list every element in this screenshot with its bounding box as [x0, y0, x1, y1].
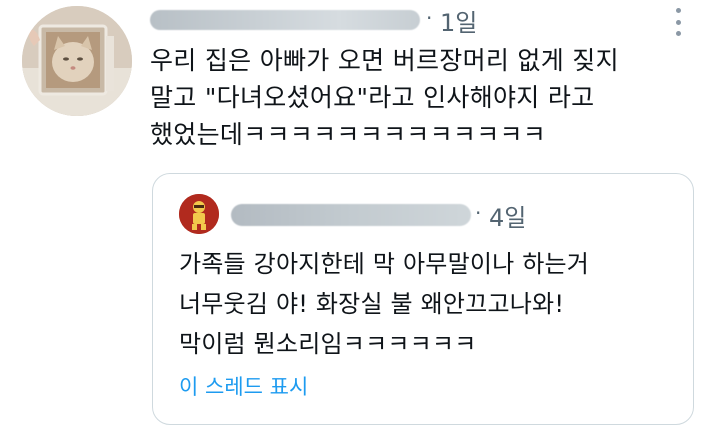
- tweet-text: 우리 집은 아빠가 오면 버르장머리 없게 짖지 말고 "다녀오셨어요"라고 인…: [150, 46, 619, 149]
- tweet: · 1일 우리 집은 아빠가 오면 버르장머리 없게 짖지 말고 "다녀오셨어요…: [0, 0, 720, 443]
- quoted-tweet-timestamp[interactable]: 4일: [489, 198, 526, 233]
- cat-photo-avatar-image: [22, 6, 132, 116]
- author-avatar[interactable]: [22, 6, 132, 116]
- quoted-author-avatar[interactable]: [179, 194, 219, 234]
- more-vertical-icon[interactable]: [668, 8, 688, 36]
- author-name-blurred[interactable]: [150, 10, 420, 30]
- quoted-time-separator: ·: [475, 201, 482, 225]
- figure-avatar-image: [179, 194, 219, 234]
- tweet-timestamp[interactable]: 1일: [440, 3, 477, 38]
- quoted-tweet-text: 가족들 강아지한테 막 아무말이나 하는거 너무웃김 야! 화장실 불 왜안끄고…: [179, 250, 590, 358]
- quoted-author-name-blurred[interactable]: [231, 204, 471, 226]
- show-thread-link[interactable]: 이 스레드 표시: [179, 371, 308, 401]
- time-separator: ·: [426, 6, 433, 30]
- tweet-header: · 1일: [150, 4, 690, 37]
- quoted-tweet-card[interactable]: · 4일 가족들 강아지한테 막 아무말이나 하는거 너무웃김 야! 화장실 불…: [152, 173, 694, 425]
